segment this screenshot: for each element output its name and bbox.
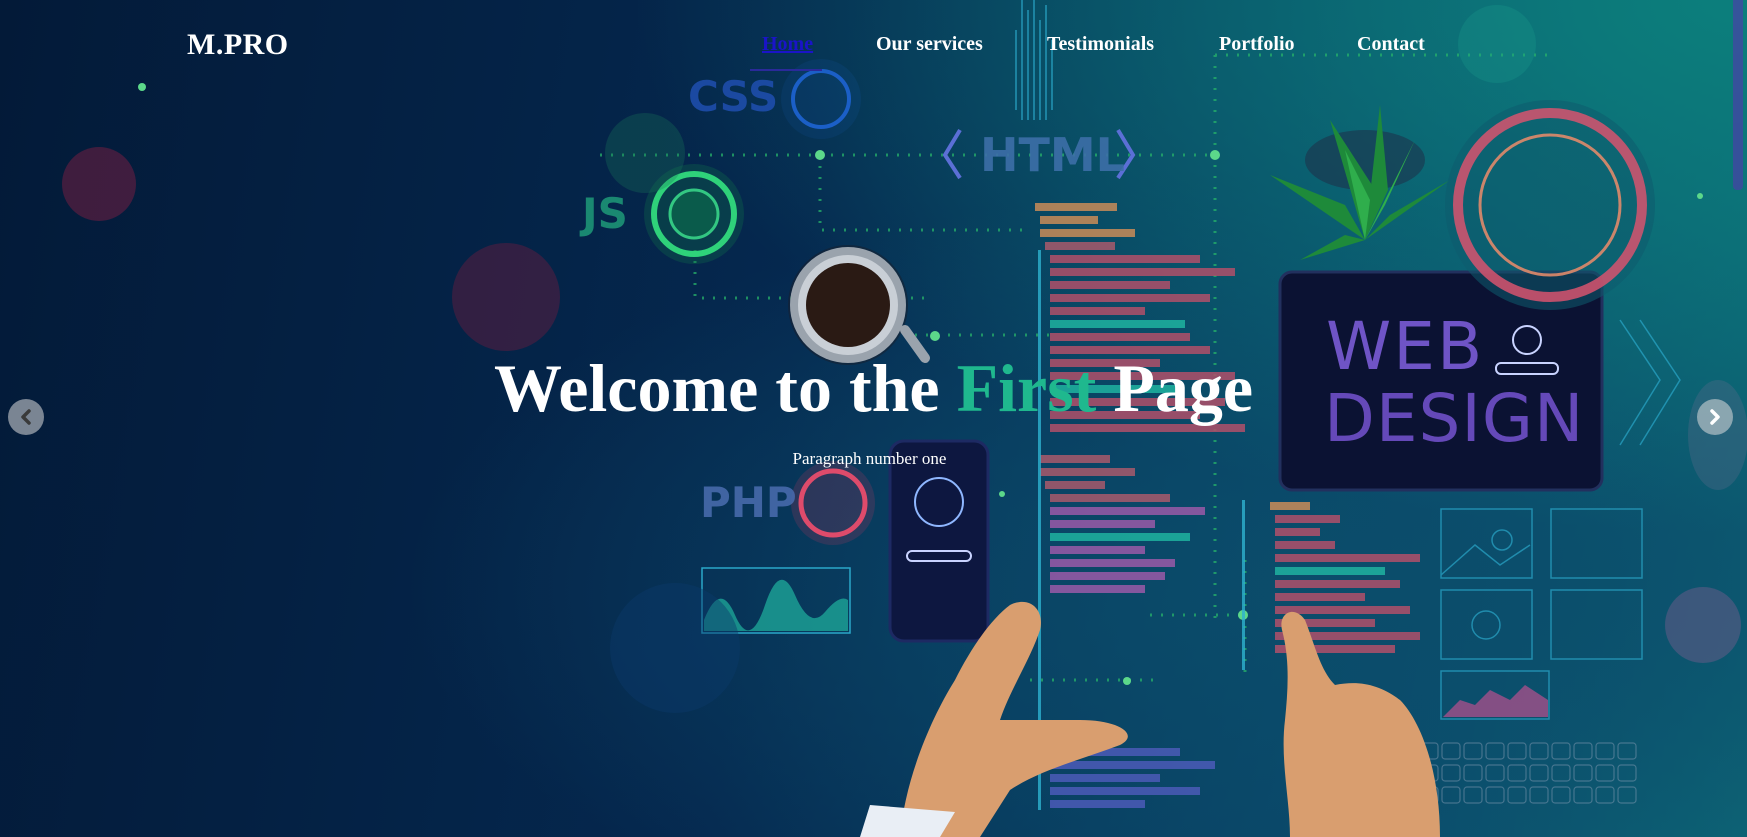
chevron-left-icon (21, 409, 31, 425)
nav-link-contact[interactable]: Contact (1357, 33, 1425, 56)
hero-subtitle: Paragraph number one (792, 449, 947, 468)
carousel-next-button[interactable] (1697, 399, 1733, 435)
carousel-prev-button[interactable] (8, 399, 44, 435)
brand-logo[interactable]: M.PRO (187, 28, 289, 62)
html-art-label: HTML (980, 128, 1125, 182)
bokeh-circle (62, 147, 136, 221)
nav-link-home[interactable]: Home (762, 33, 813, 56)
bokeh-circle (1665, 587, 1741, 663)
nav-link-testimonials[interactable]: Testimonials (1047, 33, 1154, 56)
chevron-right-icon (1710, 409, 1720, 425)
hero-title-accent: First (956, 350, 1097, 426)
active-nav-indicator (750, 69, 822, 71)
hero-carousel-slide: CSS HTML JS PHP WEB DESIGN M.PRO Home Ou… (0, 0, 1747, 837)
nav-link-our-services[interactable]: Our services (876, 33, 983, 56)
page-scrollbar-thumb[interactable] (1733, 0, 1743, 190)
js-art-label: JS (582, 189, 628, 238)
hero-title: Welcome to the First Page (0, 348, 1747, 428)
hero-title-part2: Page (1113, 350, 1254, 426)
php-art-label: PHP (700, 478, 797, 527)
top-navbar: M.PRO Home Our services Testimonials Por… (0, 0, 1747, 90)
nav-link-portfolio[interactable]: Portfolio (1219, 33, 1295, 56)
bokeh-circle (605, 113, 685, 193)
bokeh-circle (452, 243, 560, 351)
bokeh-circle (610, 583, 740, 713)
hero-title-part1: Welcome to the (493, 350, 940, 426)
